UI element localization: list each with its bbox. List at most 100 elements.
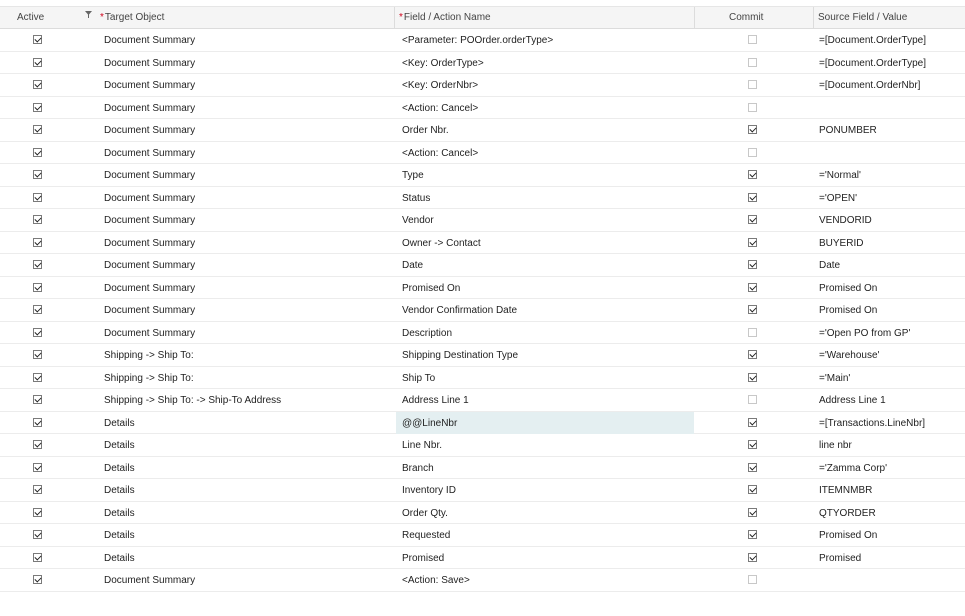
commit-checkbox[interactable] [748,530,757,539]
target-object-cell[interactable]: Details [104,502,135,524]
field-name-cell[interactable]: Order Nbr. [396,119,694,141]
target-object-cell[interactable]: Shipping -> Ship To: [104,367,194,389]
source-value-cell[interactable]: Date [819,254,840,276]
source-value-cell[interactable]: =[Document.OrderType] [819,52,926,74]
source-value-cell[interactable]: ='Normal' [819,164,861,186]
commit-checkbox[interactable] [748,372,757,382]
table-row[interactable]: Document Summary <Action: Save> [0,569,965,592]
table-row[interactable]: Document Summary Owner -> Contact BUYERID [0,232,965,254]
target-object-cell[interactable]: Shipping -> Ship To: [104,344,194,366]
active-checkbox[interactable] [33,237,42,247]
active-checkbox[interactable] [33,327,42,337]
col-header-target[interactable]: *Target Object [100,7,164,28]
source-value-cell[interactable]: Promised On [819,524,877,546]
field-name-cell[interactable]: <Action: Save> [396,569,694,591]
target-object-cell[interactable]: Document Summary [104,29,195,51]
active-checkbox[interactable] [33,440,42,449]
commit-checkbox[interactable] [748,485,757,494]
field-name-cell[interactable]: Requested [396,524,694,546]
table-row[interactable]: Details Inventory ID ITEMNMBR [0,479,965,502]
target-object-cell[interactable]: Document Summary [104,97,195,119]
target-object-cell[interactable]: Document Summary [104,254,195,276]
target-object-cell[interactable]: Details [104,524,135,546]
commit-checkbox[interactable] [748,417,757,427]
target-object-cell[interactable]: Document Summary [104,74,195,96]
field-name-cell[interactable]: Inventory ID [396,479,694,501]
commit-checkbox[interactable] [748,125,757,134]
field-name-cell[interactable]: <Parameter: POOrder.orderType> [396,29,694,51]
source-value-cell[interactable]: Promised [819,547,861,569]
table-row[interactable]: Details Requested Promised On [0,524,965,547]
target-object-cell[interactable]: Document Summary [104,299,195,321]
target-object-cell[interactable]: Document Summary [104,209,195,231]
source-value-cell[interactable]: =[Transactions.LineNbr] [819,412,925,434]
table-row[interactable]: Document Summary <Parameter: POOrder.orde… [0,29,965,52]
commit-checkbox[interactable] [748,147,757,157]
target-object-cell[interactable]: Document Summary [104,142,195,164]
active-checkbox[interactable] [33,192,42,202]
target-object-cell[interactable]: Document Summary [104,52,195,74]
field-name-cell[interactable]: <Action: Cancel> [396,142,694,164]
active-checkbox[interactable] [33,372,42,382]
table-row[interactable]: Shipping -> Ship To: Ship To ='Main' [0,367,965,389]
field-name-cell[interactable]: Vendor [396,209,694,231]
field-name-cell[interactable]: Address Line 1 [396,389,694,411]
target-object-cell[interactable]: Document Summary [104,164,195,186]
source-value-cell[interactable]: ='Main' [819,367,850,389]
source-value-cell[interactable]: VENDORID [819,209,872,231]
table-row[interactable]: Shipping -> Ship To: Shipping Destination… [0,344,965,367]
active-checkbox[interactable] [33,282,42,292]
field-name-cell[interactable]: Type [396,164,694,186]
field-name-cell[interactable]: <Key: OrderNbr> [396,74,694,96]
col-divider[interactable] [813,7,814,28]
field-name-cell[interactable]: Owner -> Contact [396,232,694,254]
table-row[interactable]: Details Order Qty. QTYORDER [0,502,965,524]
target-object-cell[interactable]: Document Summary [104,232,195,254]
col-header-commit[interactable]: Commit [729,7,763,28]
active-checkbox[interactable] [33,125,42,134]
active-checkbox[interactable] [33,575,42,584]
field-name-cell[interactable]: Vendor Confirmation Date [396,299,694,321]
commit-checkbox[interactable] [748,305,757,314]
target-object-cell[interactable]: Details [104,479,135,501]
commit-checkbox[interactable] [748,350,757,359]
source-value-cell[interactable]: ='Open PO from GP' [819,322,910,344]
source-value-cell[interactable]: ITEMNMBR [819,479,872,501]
table-row[interactable]: Document Summary <Key: OrderNbr> =[Documen… [0,74,965,97]
target-object-cell[interactable]: Document Summary [104,322,195,344]
source-value-cell[interactable]: Promised On [819,277,877,299]
field-name-cell[interactable]: Status [396,187,694,209]
active-checkbox[interactable] [33,350,42,359]
source-value-cell[interactable]: ='Zamma Corp' [819,457,887,479]
target-object-cell[interactable]: Details [104,434,135,456]
commit-checkbox[interactable] [748,260,757,269]
commit-checkbox[interactable] [748,237,757,247]
field-name-cell[interactable]: Line Nbr. [396,434,694,456]
table-row[interactable]: Document Summary Promised On Promised On [0,277,965,299]
table-row[interactable]: Document Summary <Action: Cancel> [0,97,965,119]
commit-checkbox[interactable] [748,102,757,112]
table-row[interactable]: Document Summary Date Date [0,254,965,277]
commit-checkbox[interactable] [748,215,757,224]
col-header-source[interactable]: Source Field / Value [818,7,907,28]
field-name-cell[interactable]: <Action: Cancel> [396,97,694,119]
commit-checkbox[interactable] [748,575,757,584]
active-checkbox[interactable] [33,530,42,539]
target-object-cell[interactable]: Details [104,457,135,479]
active-checkbox[interactable] [33,57,42,67]
commit-checkbox[interactable] [748,282,757,292]
source-value-cell[interactable]: Address Line 1 [819,389,886,411]
commit-checkbox[interactable] [748,192,757,202]
col-header-active[interactable]: Active [17,7,44,28]
commit-checkbox[interactable] [748,80,757,89]
source-value-cell[interactable]: ='Warehouse' [819,344,879,366]
field-name-cell[interactable]: Shipping Destination Type [396,344,694,366]
active-checkbox[interactable] [33,147,42,157]
target-object-cell[interactable]: Document Summary [104,277,195,299]
table-row[interactable]: Details Promised Promised [0,547,965,569]
table-row[interactable]: Shipping -> Ship To: -> Ship-To Address A… [0,389,965,412]
target-object-cell[interactable]: Document Summary [104,187,195,209]
field-name-cell[interactable]: Promised On [396,277,694,299]
filter-icon[interactable] [84,10,93,19]
table-row[interactable]: Details @@LineNbr =[Transactions.LineNbr] [0,411,965,434]
